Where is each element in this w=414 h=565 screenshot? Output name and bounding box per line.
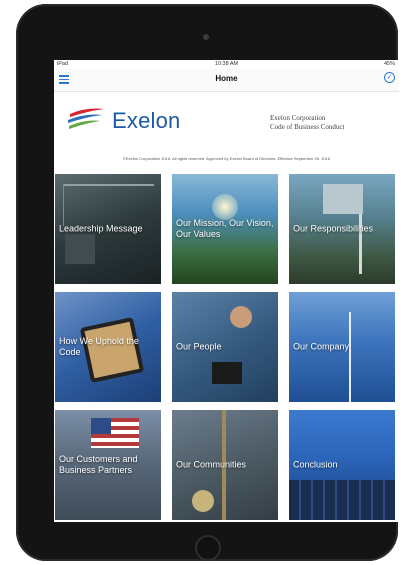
- company-name: Exelon Corporation: [270, 114, 326, 122]
- front-camera: [203, 34, 209, 40]
- tile-label: Our Responsibilities: [293, 223, 374, 234]
- home-button[interactable]: [195, 535, 221, 561]
- battery-indicator: 45%: [383, 61, 395, 67]
- exelon-logo-icon: [68, 108, 104, 129]
- status-bar: iPad 10:38 AM 45%: [54, 60, 399, 69]
- company-title: Exelon Corporation Code of Business Cond…: [270, 114, 344, 132]
- topic-grid: Leadership Message Our Mission, Our Visi…: [55, 174, 398, 520]
- tile-label: How We Uphold the Code: [59, 336, 139, 357]
- tile-label: Our Customers and Business Partners: [59, 454, 138, 475]
- tile-our-company[interactable]: Our Company: [289, 292, 395, 402]
- app-screen: iPad 10:38 AM 45% Home ✓ Exelon Exelon C…: [54, 60, 399, 522]
- tile-conclusion[interactable]: Conclusion: [289, 410, 395, 520]
- tile-label: Conclusion: [293, 459, 338, 470]
- tile-mission-vision-values[interactable]: Our Mission, Our Vision, Our Values: [172, 174, 278, 284]
- status-time: 10:38 AM: [214, 61, 239, 67]
- copyright-text: ©Exelon Corporation 2016. All rights res…: [122, 156, 331, 161]
- tile-label: Our Company: [293, 341, 350, 352]
- logo-text: Exelon: [112, 108, 181, 133]
- document-title: Code of Business Conduct: [270, 123, 345, 131]
- page-title: Home: [215, 74, 238, 83]
- tile-our-people[interactable]: Our People: [172, 292, 278, 402]
- tile-leadership-message[interactable]: Leadership Message: [55, 174, 161, 284]
- brand-header: Exelon Exelon Corporation Code of Busine…: [54, 92, 399, 152]
- tile-customers-partners[interactable]: Our Customers and Business Partners: [55, 410, 161, 520]
- tile-our-communities[interactable]: Our Communities: [172, 410, 278, 520]
- check-circle-icon[interactable]: ✓: [384, 72, 395, 83]
- ipad-device-frame: iPad 10:38 AM 45% Home ✓ Exelon Exelon C…: [16, 4, 399, 561]
- navigation-bar: Home ✓: [54, 69, 399, 92]
- tile-label: Our People: [176, 341, 222, 352]
- tile-label: Leadership Message: [59, 223, 143, 234]
- tile-label: Our Communities: [176, 459, 247, 470]
- tile-label: Our Mission, Our Vision, Our Values: [176, 218, 274, 239]
- tile-responsibilities[interactable]: Our Responsibilities: [289, 174, 395, 284]
- tile-uphold-code[interactable]: How We Uphold the Code: [55, 292, 161, 402]
